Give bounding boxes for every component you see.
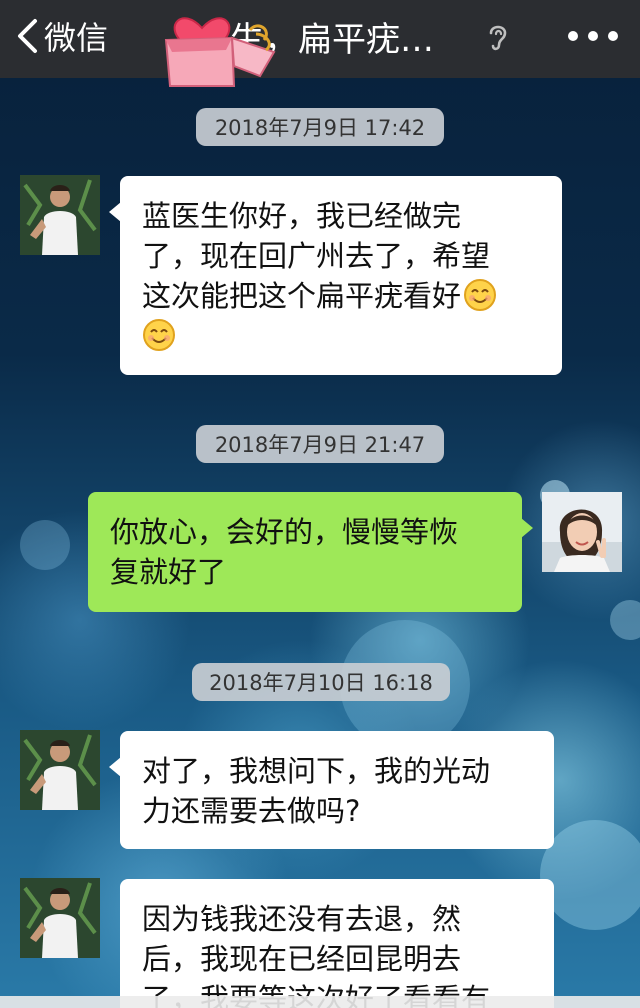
message-line: 这次能把这个扁平疣看好 (142, 276, 540, 316)
timestamp-text: 2018年7月9日 17:42 (214, 116, 426, 140)
message-line: 后，我现在已经回昆明去 (142, 942, 462, 976)
contact-avatar[interactable] (20, 175, 100, 255)
bubble-tail (109, 757, 121, 777)
bubble-tail (120, 905, 121, 925)
back-button[interactable]: 微信 (16, 12, 108, 60)
more-button[interactable] (568, 24, 618, 48)
timestamp-text: 2018年7月10日 16:18 (209, 671, 433, 695)
message-line: 力还需要去做吗? (142, 794, 361, 828)
message-line: 因为钱我还没有去退，然 (142, 902, 462, 936)
sent-message-bubble[interactable]: 你放心，会好的，慢慢等恢 复就好了 (88, 492, 533, 612)
contact-avatar[interactable] (20, 730, 100, 810)
man-avatar-image (20, 730, 100, 810)
message-line: 了，现在回广州去了，希望 (142, 239, 491, 273)
message-timestamp: 2018年7月9日 21:47 (196, 425, 444, 463)
smile-emoji-icon (464, 279, 497, 311)
message-line: 你放心，会好的，慢慢等恢 (110, 515, 459, 549)
message-line: 对了，我想问下，我的光动 (142, 754, 491, 788)
smile-emoji-icon (143, 319, 175, 351)
message-line: 复就好了 (110, 555, 227, 589)
chevron-left-icon (18, 19, 37, 53)
more-dot (608, 31, 618, 41)
message-timestamp: 2018年7月9日 17:42 (196, 108, 444, 146)
received-message-bubble[interactable]: 对了，我想问下，我的光动 力还需要去做吗? (109, 731, 554, 849)
ear-icon (489, 25, 507, 51)
more-dot (568, 31, 578, 41)
bokeh-light (20, 520, 70, 570)
message-timestamp: 2018年7月10日 16:18 (192, 663, 450, 701)
contact-avatar[interactable] (20, 878, 100, 958)
message-line: 蓝医生你好，我已经做完 (142, 199, 462, 233)
my-avatar[interactable] (542, 492, 622, 572)
back-label: 微信 (44, 19, 109, 57)
received-message-bubble[interactable]: 蓝医生你好，我已经做完 了，现在回广州去了，希望 这次能把这个扁平疣看好 (109, 176, 562, 375)
chat-header: 微信 生，扁平疣… (0, 0, 640, 78)
bubble-tail (109, 202, 121, 222)
message-line (142, 316, 540, 356)
bubble-tail (521, 518, 533, 538)
woman-avatar-image (542, 492, 622, 572)
more-dot (588, 31, 598, 41)
bokeh-light (540, 820, 640, 930)
message-line-text: 这次能把这个扁平疣看好 (142, 279, 462, 313)
man-avatar-image (20, 878, 100, 958)
gift-heart-sticker (164, 17, 276, 87)
received-message-bubble[interactable]: 因为钱我还没有去退，然 后，我现在已经回昆明去 了，我要等这次好了看看有 (120, 879, 554, 1008)
bottom-edge (0, 996, 640, 1008)
man-avatar-image (20, 175, 100, 255)
timestamp-text: 2018年7月9日 21:47 (214, 433, 426, 457)
